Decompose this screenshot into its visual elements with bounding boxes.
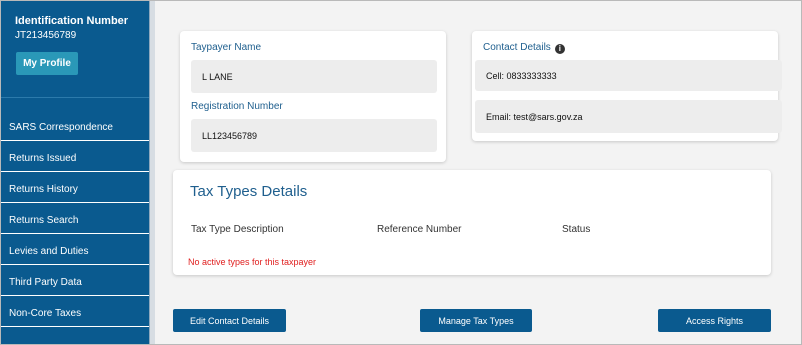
taxpayer-name-label: Taypayer Name (191, 42, 262, 53)
taxpayer-name-field: L LANE (191, 60, 437, 93)
sidebar-item-third-party-data[interactable]: Third Party Data (1, 265, 149, 296)
sidebar-item-non-core-taxes[interactable]: Non-Core Taxes (1, 296, 149, 327)
main-content: Taypayer Name L LANE Registration Number… (155, 1, 801, 344)
contact-details-card: Contact Details i Cell: 0833333333 Email:… (472, 31, 782, 141)
sidebar: Identification Number JT213456789 My Pro… (1, 1, 149, 344)
sidebar-item-sars-correspondence[interactable]: SARS Correspondence (1, 98, 149, 141)
taxpayer-card: Taypayer Name L LANE Registration Number… (180, 31, 446, 162)
registration-number-label: Registration Number (191, 101, 283, 112)
edit-contact-details-button[interactable]: Edit Contact Details (173, 309, 286, 332)
registration-number-field: LL123456789 (191, 119, 437, 152)
taxpayer-name-value: L LANE (202, 71, 233, 82)
column-header-tax-type-description: Tax Type Description (191, 224, 284, 235)
identification-number-value: JT213456789 (15, 30, 77, 41)
cell-value: 0833333333 (506, 70, 557, 81)
column-header-reference-number: Reference Number (377, 224, 462, 235)
cell-field: Cell: 0833333333 (475, 60, 782, 91)
my-profile-button[interactable]: My Profile (16, 52, 78, 75)
registration-number-value: LL123456789 (202, 130, 258, 141)
tax-types-card: Tax Types Details Tax Type Description R… (173, 170, 771, 275)
app-frame: Identification Number JT213456789 My Pro… (0, 0, 802, 345)
access-rights-button[interactable]: Access Rights (658, 309, 771, 332)
email-label: Email: (486, 111, 512, 122)
cell-label: Cell: (486, 70, 505, 81)
info-icon[interactable]: i (554, 44, 565, 54)
identification-number-heading: Identification Number (15, 15, 129, 27)
sidebar-item-returns-issued[interactable]: Returns Issued (1, 141, 149, 172)
tax-types-title: Tax Types Details (190, 183, 308, 200)
contact-details-title: Contact Details i (483, 42, 565, 54)
sidebar-item-returns-history[interactable]: Returns History (1, 172, 149, 203)
sidebar-nav: SARS Correspondence Returns Issued Retur… (1, 97, 149, 327)
no-tax-types-message: No active types for this taxpayer (188, 257, 317, 267)
email-value: test@sars.gov.za (513, 111, 583, 122)
email-field: Email: test@sars.gov.za (475, 100, 782, 133)
manage-tax-types-button[interactable]: Manage Tax Types (420, 309, 532, 332)
sidebar-item-returns-search[interactable]: Returns Search (1, 203, 149, 234)
column-header-status: Status (562, 224, 591, 235)
sidebar-item-levies-and-duties[interactable]: Levies and Duties (1, 234, 149, 265)
contact-details-title-text: Contact Details (483, 42, 551, 53)
